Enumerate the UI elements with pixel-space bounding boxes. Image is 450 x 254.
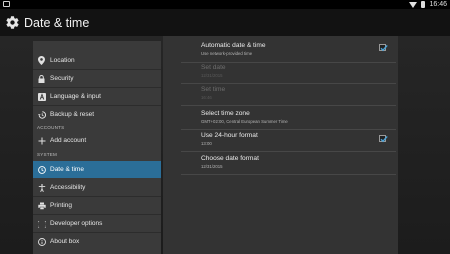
automatic-date-time-pref[interactable]: Automatic date & time Use network-provid… — [201, 42, 393, 56]
sidebar-item-date-time[interactable]: Date & time — [33, 161, 161, 178]
pref-title: Automatic date & time — [201, 42, 266, 49]
sidebar-item-label: Security — [50, 75, 74, 82]
sidebar-item-label: Language & input — [50, 93, 101, 100]
status-bar: 16:46 — [0, 0, 450, 9]
keyboard-a-icon — [37, 92, 46, 101]
sidebar-item-security[interactable]: Security — [33, 70, 161, 87]
pref-title: Use 24-hour format — [201, 132, 258, 139]
pref-title: Choose date format — [201, 155, 259, 162]
pref-summary: 13:00 — [201, 141, 212, 146]
accounts-section-header: ACCOUNTS — [37, 125, 65, 130]
pref-summary: Use network-provided time — [201, 51, 253, 56]
page-title: Date & time — [24, 15, 90, 30]
sidebar-item-developer-options[interactable]: { } Developer options — [33, 215, 161, 232]
sidebar-item-label: Date & time — [50, 166, 84, 173]
accessibility-icon — [37, 183, 46, 192]
location-pin-icon — [37, 56, 46, 65]
pref-title: Select time zone — [201, 110, 250, 117]
pref-title: Set date — [201, 64, 226, 71]
code-braces-icon: { } — [37, 219, 46, 228]
select-time-zone-pref[interactable]: Select time zone GMT+02:00, Central Euro… — [201, 110, 393, 124]
sidebar-item-label: Location — [50, 57, 75, 64]
lock-icon — [37, 74, 46, 83]
date-time-preferences: Automatic date & time Use network-provid… — [163, 36, 398, 254]
settings-sidebar: Location Security Language & input Backu… — [33, 41, 161, 254]
svg-text:{ }: { } — [38, 220, 46, 227]
sidebar-item-label: Accessibility — [50, 184, 86, 191]
pref-summary: 12/31/2015 — [201, 164, 223, 169]
use-24-hour-format-checkbox[interactable] — [379, 135, 388, 143]
action-bar: Date & time — [0, 9, 450, 36]
sidebar-item-language-input[interactable]: Language & input — [33, 88, 161, 105]
sidebar-item-add-account[interactable]: Add account — [33, 132, 161, 149]
pref-summary: 16:46 — [201, 95, 212, 100]
settings-main: Location Security Language & input Backu… — [0, 36, 450, 254]
sidebar-item-label: Printing — [50, 202, 73, 209]
status-clock: 16:46 — [429, 1, 447, 8]
clock-icon — [37, 165, 46, 174]
sidebar-item-label: Developer options — [50, 220, 103, 227]
sidebar-item-label: Add account — [50, 137, 87, 144]
info-icon — [37, 237, 46, 246]
sidebar-item-backup-reset[interactable]: Backup & reset — [33, 106, 161, 123]
wifi-icon — [409, 1, 418, 8]
backup-restore-icon — [37, 110, 46, 119]
use-24-hour-format-pref[interactable]: Use 24-hour format 13:00 — [201, 132, 393, 146]
set-date-pref: Set date 12/31/2015 — [201, 64, 393, 78]
pref-summary: GMT+02:00, Central European Summer Time — [201, 119, 288, 124]
set-time-pref: Set time 16:46 — [201, 86, 393, 100]
choose-date-format-pref[interactable]: Choose date format 12/31/2015 — [201, 155, 393, 169]
printer-icon — [37, 201, 46, 210]
automatic-date-time-checkbox[interactable] — [379, 44, 388, 52]
gear-icon[interactable] — [5, 15, 20, 30]
screenshot-notification-icon — [3, 1, 10, 7]
sidebar-item-about[interactable]: About box — [33, 233, 161, 250]
pref-summary: 12/31/2015 — [201, 73, 223, 78]
sidebar-item-label: Backup & reset — [50, 111, 95, 118]
sidebar-item-location[interactable]: Location — [33, 52, 161, 69]
plus-icon — [37, 136, 46, 145]
sidebar-item-printing[interactable]: Printing — [33, 197, 161, 214]
sidebar-item-accessibility[interactable]: Accessibility — [33, 179, 161, 196]
system-section-header: SYSTEM — [37, 152, 58, 157]
pref-title: Set time — [201, 86, 226, 93]
battery-icon — [421, 1, 426, 8]
sidebar-item-label: About box — [50, 238, 80, 245]
